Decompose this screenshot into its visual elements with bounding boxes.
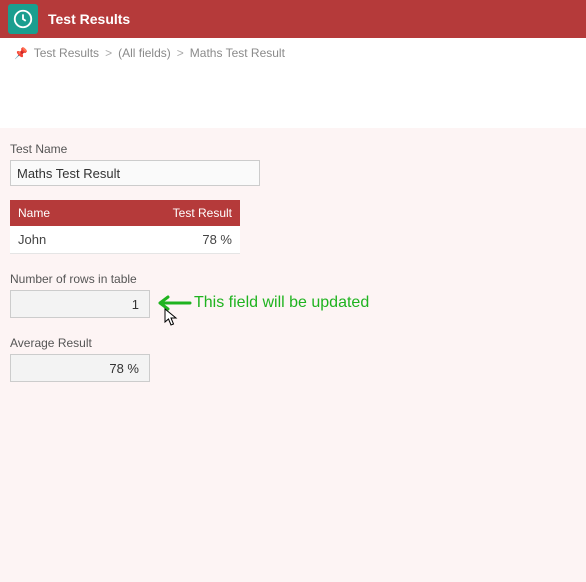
page-title: Test Results xyxy=(48,11,130,27)
breadcrumb-separator: > xyxy=(177,46,184,60)
num-rows-label: Number of rows in table xyxy=(10,272,576,286)
table-row[interactable]: John 78 % xyxy=(10,226,240,254)
test-name-input[interactable] xyxy=(10,160,260,186)
table-header-result: Test Result xyxy=(100,200,241,226)
breadcrumb-item[interactable]: (All fields) xyxy=(118,46,171,60)
avg-result-label: Average Result xyxy=(10,336,576,350)
cell-result: 78 % xyxy=(100,226,241,254)
cell-name: John xyxy=(10,226,100,254)
breadcrumb-item[interactable]: Test Results xyxy=(34,46,99,60)
avg-result-input[interactable] xyxy=(10,354,150,382)
breadcrumb-separator: > xyxy=(105,46,112,60)
breadcrumb: 📌 Test Results > (All fields) > Maths Te… xyxy=(0,38,586,68)
clock-icon xyxy=(8,4,38,34)
app-header: Test Results xyxy=(0,0,586,38)
test-name-label: Test Name xyxy=(10,142,576,156)
results-table: Name Test Result John 78 % xyxy=(10,200,240,254)
num-rows-input[interactable] xyxy=(10,290,150,318)
pin-icon: 📌 xyxy=(14,47,28,60)
table-header-name: Name xyxy=(10,200,100,226)
breadcrumb-item[interactable]: Maths Test Result xyxy=(190,46,285,60)
content-area: Test Name Name Test Result John 78 % Num… xyxy=(0,128,586,582)
